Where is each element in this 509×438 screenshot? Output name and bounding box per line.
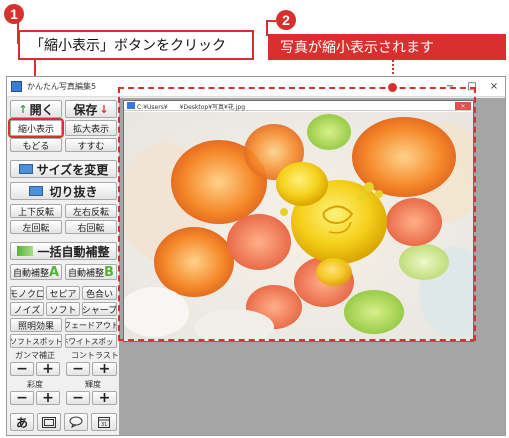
noise-label: ノイズ bbox=[13, 305, 41, 316]
auto-correct-b-label: 自動補整 bbox=[68, 268, 105, 279]
window-title: かんたん写真編集5 bbox=[27, 82, 97, 91]
sepia-button[interactable]: セピア bbox=[46, 286, 80, 300]
rotate-right-label: 右回転 bbox=[77, 223, 105, 234]
lighting-label: 照明効果 bbox=[17, 321, 54, 332]
gamma-plus-button[interactable]: + bbox=[36, 362, 60, 376]
callout-2-number: 2 bbox=[276, 10, 296, 30]
frame-icon bbox=[42, 416, 56, 428]
noise-button[interactable]: ノイズ bbox=[10, 302, 44, 316]
callout-2-pointer-dot bbox=[388, 83, 397, 92]
brightness-minus-button[interactable]: − bbox=[66, 391, 90, 405]
text-icon: あ bbox=[15, 415, 28, 430]
save-label: 保存 bbox=[73, 102, 98, 117]
undo-button[interactable]: もどる bbox=[10, 138, 62, 152]
soft-button[interactable]: ソフト bbox=[46, 302, 80, 316]
crop-button[interactable]: 切り抜き bbox=[10, 182, 117, 200]
contrast-label: コントラスト bbox=[71, 351, 119, 360]
shrink-view-label: 縮小表示 bbox=[17, 124, 54, 135]
tool-panel: ↑ 開く 保存 ↓ 縮小表示 拡大表示 もどる すすむ サイズを変更 切り抜き … bbox=[7, 98, 119, 435]
white-spot-label: ホワイトスポット bbox=[66, 336, 116, 346]
resize-icon bbox=[18, 164, 33, 174]
redo-label: すすむ bbox=[77, 141, 105, 152]
saturation-label: 彩度 bbox=[27, 380, 43, 389]
brightness-plus-label: + bbox=[98, 391, 111, 405]
gamma-minus-label: − bbox=[16, 362, 28, 376]
saturation-minus-button[interactable]: − bbox=[10, 391, 34, 405]
open-arrow-icon: ↑ bbox=[18, 102, 28, 116]
app-icon bbox=[11, 81, 22, 92]
white-spot-button[interactable]: ホワイトスポット bbox=[65, 334, 117, 348]
auto-correct-a-button[interactable]: 自動補整 A bbox=[10, 264, 62, 280]
fade-out-label: フェードアウト bbox=[65, 320, 117, 330]
sharp-label: シャープ bbox=[82, 305, 117, 316]
auto-correct-b-letter: B bbox=[104, 264, 114, 280]
open-button[interactable]: ↑ 開く bbox=[10, 100, 62, 118]
rotate-right-button[interactable]: 右回転 bbox=[65, 220, 117, 234]
shrunken-photo-highlight bbox=[118, 87, 476, 341]
enlarge-view-label: 拡大表示 bbox=[72, 124, 109, 135]
contrast-minus-button[interactable]: − bbox=[66, 362, 90, 376]
auto-correct-icon bbox=[17, 246, 34, 256]
mono-button[interactable]: モノクロ bbox=[10, 286, 44, 300]
auto-correct-b-button[interactable]: 自動補整 B bbox=[65, 264, 117, 280]
soft-spot-button[interactable]: ソフトスポット bbox=[10, 334, 62, 348]
saturation-plus-label: + bbox=[42, 391, 54, 405]
saturation-minus-label: − bbox=[16, 391, 28, 405]
speech-bubble-icon bbox=[69, 416, 83, 428]
callout-1-number: 1 bbox=[4, 4, 24, 24]
rotate-left-label: 左回転 bbox=[22, 223, 50, 234]
gamma-label: ガンマ補正 bbox=[15, 351, 55, 360]
callout-2-text: 写真が縮小表示されます bbox=[280, 40, 434, 56]
flip-vertical-button[interactable]: 上下反転 bbox=[10, 204, 62, 218]
flip-horizontal-label: 左右反転 bbox=[72, 207, 109, 218]
crop-icon bbox=[29, 186, 44, 196]
callout-2-banner: 写真が縮小表示されます bbox=[268, 34, 506, 60]
sepia-label: セピア bbox=[49, 289, 77, 300]
soft-label: ソフト bbox=[49, 305, 77, 316]
undo-label: もどる bbox=[22, 141, 50, 152]
flip-vertical-label: 上下反転 bbox=[17, 207, 54, 218]
rotate-left-button[interactable]: 左回転 bbox=[10, 220, 62, 234]
calendar-tool-button[interactable]: 31 bbox=[91, 413, 117, 431]
mono-label: モノクロ bbox=[10, 289, 44, 300]
tint-label: 色合い bbox=[85, 289, 113, 300]
fade-out-button[interactable]: フェードアウト bbox=[65, 318, 117, 332]
redo-button[interactable]: すすむ bbox=[65, 138, 117, 152]
enlarge-view-button[interactable]: 拡大表示 bbox=[65, 120, 117, 136]
svg-text:31: 31 bbox=[101, 422, 107, 428]
lighting-button[interactable]: 照明効果 bbox=[10, 318, 62, 332]
auto-correct-all-button[interactable]: 一括自動補整 bbox=[10, 242, 117, 260]
callout-1-box: 「縮小表示」ボタンをクリック bbox=[18, 30, 254, 60]
frame-tool-button[interactable] bbox=[37, 413, 61, 431]
gamma-plus-label: + bbox=[42, 362, 54, 376]
close-button[interactable]: × bbox=[485, 79, 503, 94]
speech-bubble-tool-button[interactable] bbox=[64, 413, 88, 431]
brightness-label: 輝度 bbox=[85, 380, 101, 389]
save-button[interactable]: 保存 ↓ bbox=[65, 100, 117, 118]
brightness-minus-label: − bbox=[72, 391, 84, 405]
gamma-minus-button[interactable]: − bbox=[10, 362, 34, 376]
contrast-plus-button[interactable]: + bbox=[92, 362, 117, 376]
contrast-plus-label: + bbox=[98, 362, 111, 376]
tint-button[interactable]: 色合い bbox=[82, 286, 117, 300]
open-label: 開く bbox=[29, 102, 54, 117]
auto-correct-a-letter: A bbox=[48, 264, 60, 280]
resize-button[interactable]: サイズを変更 bbox=[10, 160, 117, 178]
sharp-button[interactable]: シャープ bbox=[82, 302, 117, 316]
text-tool-button[interactable]: あ bbox=[10, 413, 34, 431]
resize-label: サイズを変更 bbox=[36, 162, 109, 177]
saturation-plus-button[interactable]: + bbox=[36, 391, 60, 405]
shrink-view-button[interactable]: 縮小表示 bbox=[8, 118, 64, 138]
auto-correct-all-label: 一括自動補整 bbox=[37, 244, 110, 259]
save-arrow-icon: ↓ bbox=[99, 102, 109, 116]
flip-horizontal-button[interactable]: 左右反転 bbox=[65, 204, 117, 218]
soft-spot-label: ソフトスポット bbox=[10, 336, 62, 346]
calendar-icon: 31 bbox=[98, 417, 110, 428]
crop-label: 切り抜き bbox=[49, 184, 98, 199]
brightness-plus-button[interactable]: + bbox=[92, 391, 117, 405]
auto-correct-a-label: 自動補整 bbox=[12, 268, 49, 279]
contrast-minus-label: − bbox=[72, 362, 84, 376]
callout-1-text: 「縮小表示」ボタンをクリック bbox=[30, 38, 226, 54]
